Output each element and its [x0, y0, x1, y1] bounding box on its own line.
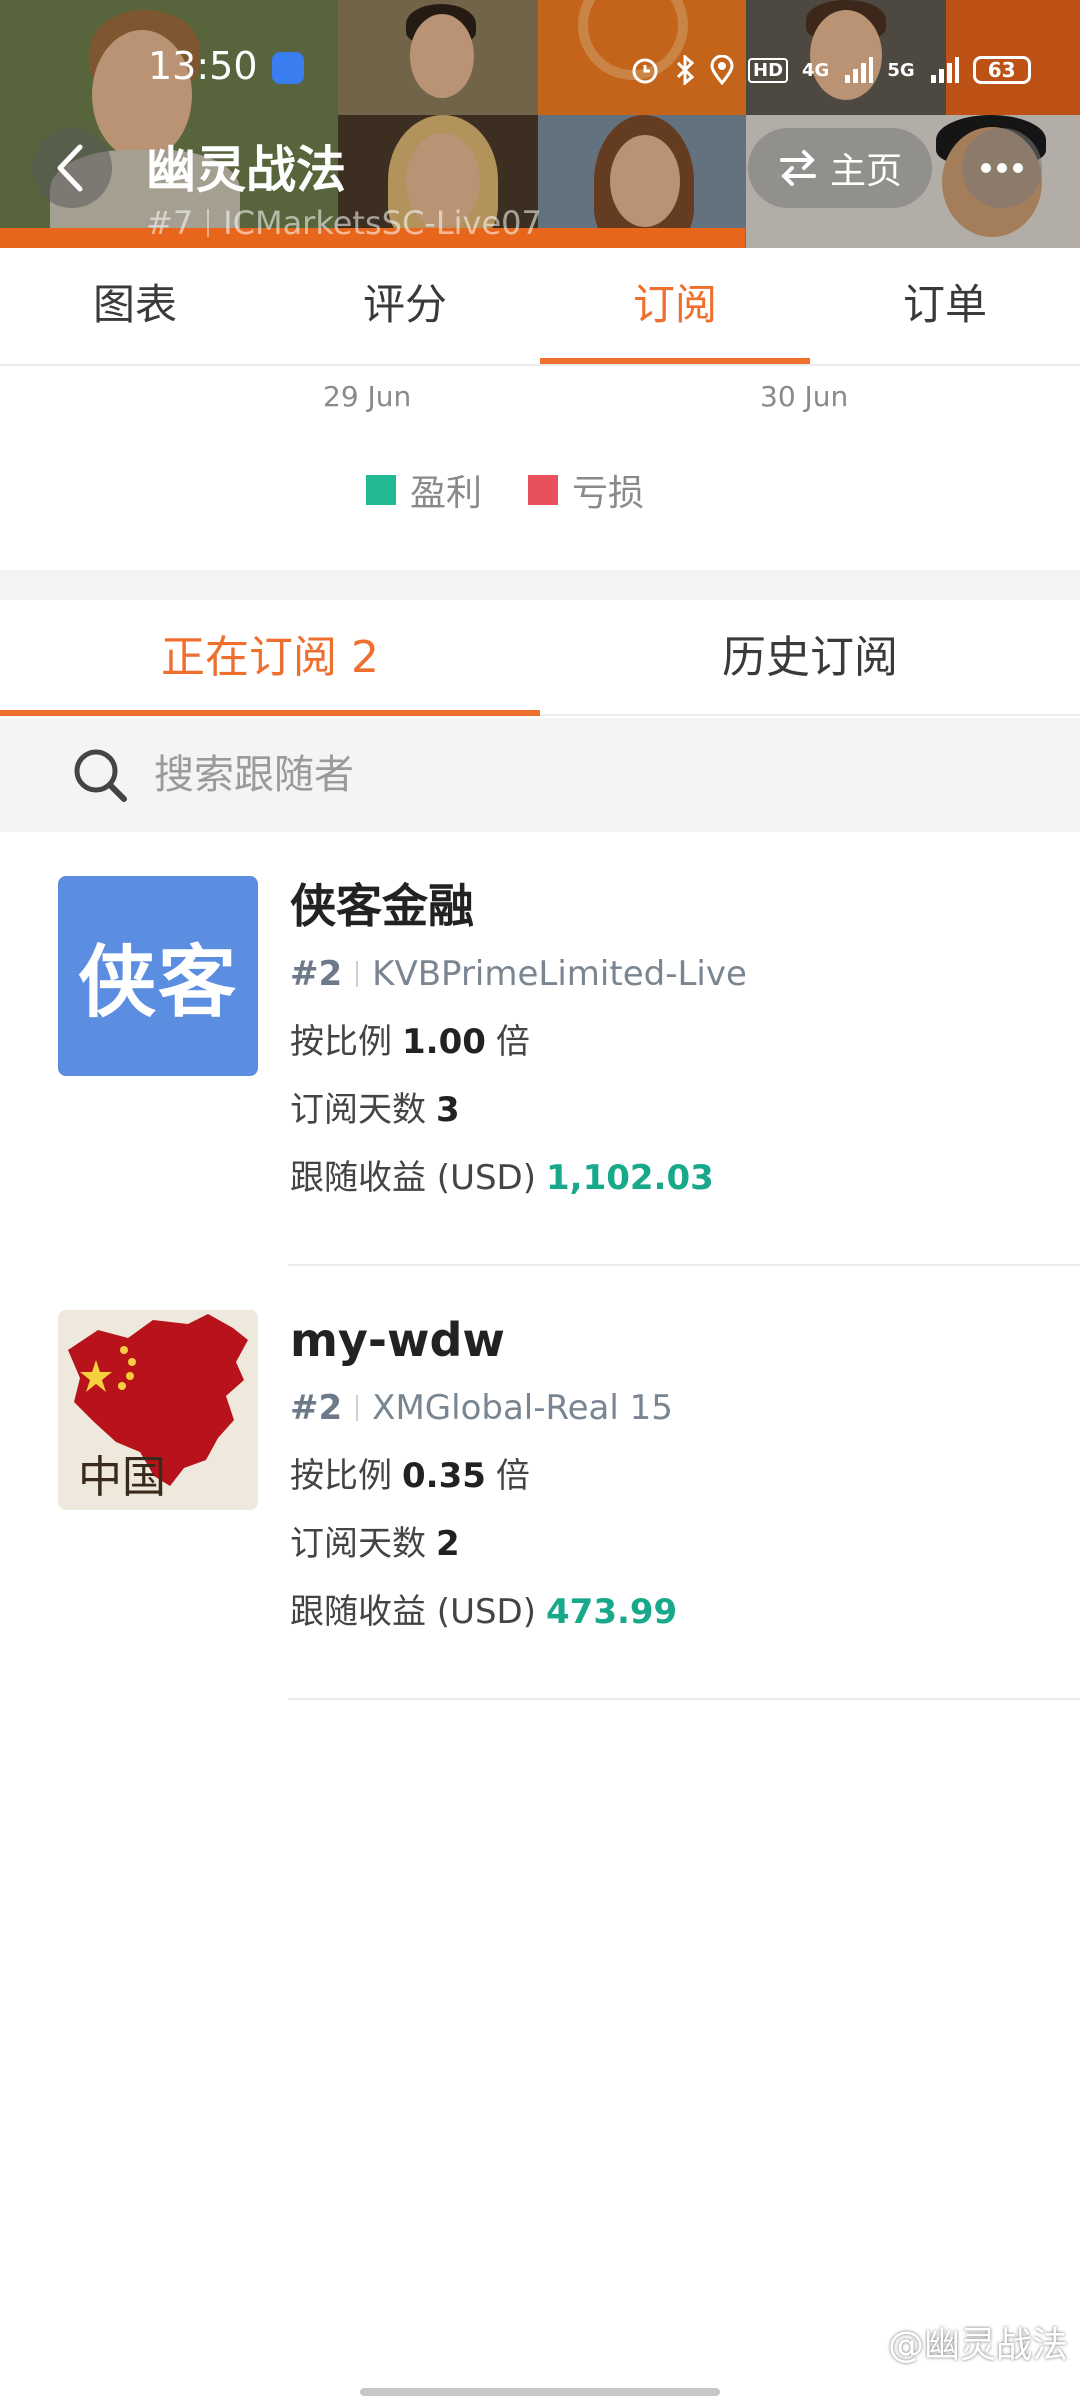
dot [981, 163, 991, 173]
notification-app-icon [272, 52, 304, 84]
tab-current-subscriptions[interactable]: 正在订阅 2 [0, 600, 540, 716]
swap-icon [779, 150, 816, 186]
ratio-unit: 倍 [495, 1456, 530, 1496]
home-button[interactable]: 主页 [748, 128, 932, 208]
profit-label: 跟随收益 (USD) [290, 1158, 536, 1198]
divider [356, 961, 359, 987]
divider [288, 1698, 1080, 1700]
follower-name: 侠客金融 [290, 879, 474, 933]
search-followers-input[interactable] [154, 752, 954, 798]
header-banner: 13:50 HD 4G 5G 63 幽灵战法 #7 ICMarketsSC-Li… [0, 0, 1080, 248]
follower-info: my-wdw #2 XMGlobal-Real 15 按比例 0.35 倍 订阅… [290, 1306, 677, 1646]
tab-chart[interactable]: 图表 [0, 248, 270, 364]
hd-voice-badge: HD [748, 57, 789, 83]
chevron-left-icon [57, 144, 83, 192]
profit-row: 跟随收益 (USD) 473.99 [290, 1578, 677, 1646]
days-row: 订阅天数 3 [290, 1076, 747, 1144]
legend-label-loss: 亏损 [572, 473, 645, 514]
follower-rank: #2 [290, 954, 343, 994]
dot [1013, 163, 1023, 173]
ratio-value: 1.00 [402, 1022, 486, 1062]
account-server: ICMarketsSC-Live07 [223, 204, 542, 242]
weibo-logo-icon [848, 2329, 881, 2357]
watermark: @幽灵战法 [848, 2316, 1068, 2368]
status-bar: 13:50 HD 4G 5G 63 [0, 30, 1080, 110]
page-title: 幽灵战法 [146, 141, 346, 199]
follower-list-item[interactable]: 侠客 侠客金融 #2 KVBPrimeLimited-Live 按比例 1.00… [0, 832, 1080, 1266]
profit-value: 473.99 [546, 1592, 678, 1632]
network-5g-label: 5G [887, 59, 915, 81]
tab-subscription[interactable]: 订阅 [540, 248, 810, 364]
account-subtitle: #7 ICMarketsSC-Live07 [146, 204, 542, 242]
back-button[interactable] [32, 128, 112, 208]
profit-value: 1,102.03 [546, 1158, 714, 1198]
follower-server: KVBPrimeLimited-Live [372, 954, 747, 994]
tab-rating[interactable]: 评分 [270, 248, 540, 364]
follower-name: my-wdw [290, 1313, 505, 1367]
days-value: 2 [436, 1524, 460, 1564]
x-tick-label: 29 Jun [323, 380, 412, 413]
signal-icon [845, 57, 874, 83]
x-tick-label: 30 Jun [760, 380, 849, 413]
location-icon [710, 55, 734, 85]
ratio-row: 按比例 1.00 倍 [290, 1008, 747, 1076]
china-map-avatar-image: 中国 [58, 1310, 258, 1510]
ratio-label: 按比例 [290, 1456, 392, 1496]
avatar: 中国 [58, 1310, 258, 1510]
battery-icon: 63 [972, 56, 1031, 84]
follower-server: XMGlobal-Real 15 [372, 1388, 673, 1428]
legend-swatch-loss [528, 475, 559, 505]
days-row: 订阅天数 2 [290, 1510, 677, 1578]
divider [207, 209, 210, 237]
ratio-row: 按比例 0.35 倍 [290, 1442, 677, 1510]
more-options-button[interactable] [962, 128, 1042, 208]
follower-info: 侠客金融 #2 KVBPrimeLimited-Live 按比例 1.00 倍 … [290, 872, 747, 1212]
watermark-text: @幽灵战法 [887, 2325, 1068, 2366]
status-time: 13:50 [148, 44, 258, 88]
days-label: 订阅天数 [290, 1090, 426, 1130]
ratio-unit: 倍 [495, 1022, 530, 1062]
signal-icon [930, 57, 959, 83]
profit-label: 跟随收益 (USD) [290, 1592, 536, 1632]
legend-item-profit: 盈利 [366, 464, 482, 516]
avatar: 侠客 [58, 876, 258, 1076]
network-4g-label: 4G [802, 59, 830, 81]
subscription-tab-bar: 正在订阅 2 历史订阅 [0, 600, 1080, 716]
days-label: 订阅天数 [290, 1524, 426, 1564]
follower-list-item[interactable]: 中国 my-wdw #2 XMGlobal-Real 15 按比例 0.35 倍… [0, 1266, 1080, 1700]
bluetooth-icon [676, 55, 695, 85]
tab-orders[interactable]: 订单 [810, 248, 1080, 364]
divider [356, 1395, 359, 1421]
ratio-label: 按比例 [290, 1022, 392, 1062]
search-icon [74, 749, 127, 802]
legend-label-profit: 盈利 [410, 473, 483, 514]
chart-x-axis: 29 Jun 30 Jun [0, 380, 1080, 420]
avatar-calligraphy: 中国 [78, 1452, 166, 1503]
search-bar [0, 718, 1080, 832]
home-button-label: 主页 [829, 151, 902, 192]
dot [997, 163, 1007, 173]
status-icons: HD 4G 5G 63 [630, 50, 1031, 90]
ratio-value: 0.35 [402, 1456, 486, 1496]
follower-account-row: #2 XMGlobal-Real 15 [290, 1374, 677, 1442]
follower-account-row: #2 KVBPrimeLimited-Live [290, 940, 747, 1008]
follower-rank: #2 [290, 1388, 343, 1428]
home-indicator[interactable] [360, 2388, 720, 2396]
chart-legend: 盈利 亏损 [366, 464, 644, 516]
avatar-text: 侠客 [58, 876, 258, 1076]
legend-swatch-profit [366, 475, 396, 505]
main-tab-bar: 图表 评分 订阅 订单 [0, 248, 1080, 366]
account-rank: #7 [146, 204, 194, 242]
tab-history-subscriptions[interactable]: 历史订阅 [540, 600, 1080, 714]
section-divider [0, 570, 1080, 600]
legend-item-loss: 亏损 [528, 464, 644, 516]
days-value: 3 [436, 1090, 460, 1130]
profit-row: 跟随收益 (USD) 1,102.03 [290, 1144, 747, 1212]
alarm-icon [632, 58, 658, 84]
